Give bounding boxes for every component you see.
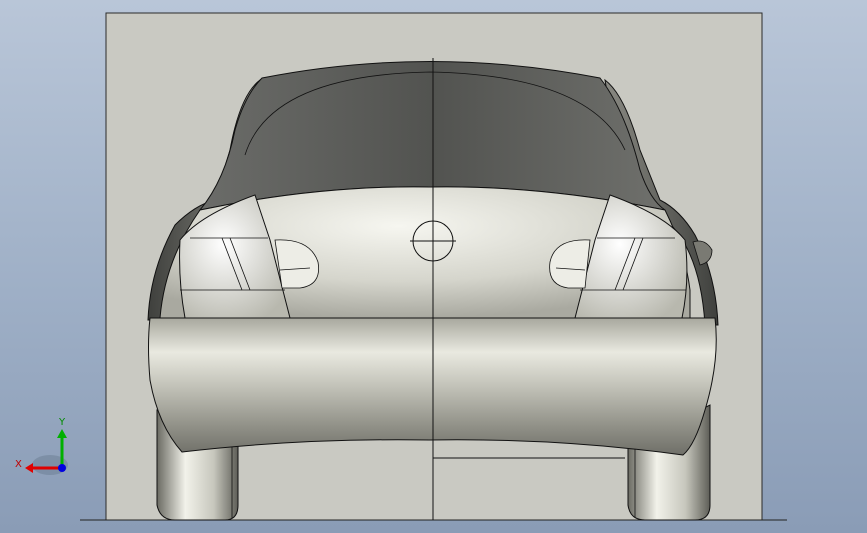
rear-bumper: [148, 317, 717, 456]
reference-triad[interactable]: X Y: [15, 417, 68, 475]
triad-z-axis: [58, 464, 66, 472]
triad-y-label: Y: [58, 417, 66, 428]
graphics-viewport[interactable]: X Y: [0, 0, 867, 533]
triad-x-label: X: [15, 459, 22, 470]
